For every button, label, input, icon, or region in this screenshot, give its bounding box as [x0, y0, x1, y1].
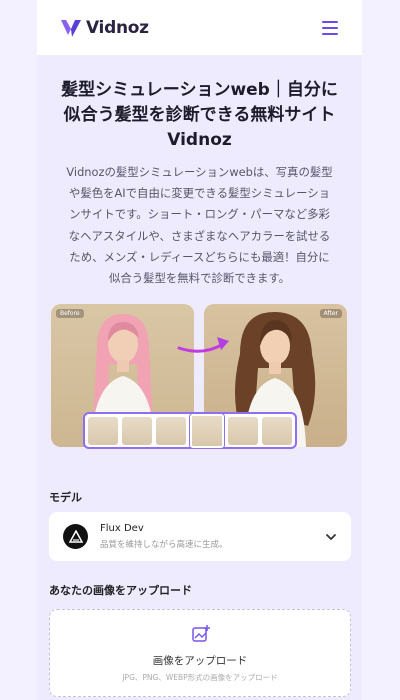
title-line: Vidnoz [167, 130, 232, 150]
hairstyle-thumbnail-strip [83, 412, 297, 449]
intro-line: ンサイトです。ショート・ロング・パーマなど多彩 [69, 207, 330, 222]
model-select-dropdown[interactable]: Flux Dev 品質を維持しながら高速に生成。 [49, 512, 351, 561]
intro-line: 似合う髪型を無料で診断できます。 [108, 271, 291, 286]
hairstyle-thumbnail[interactable] [262, 416, 292, 445]
intro-line: Vidnozの髪型シミュレーションwebは、写真の髪型 [66, 165, 333, 179]
transform-arrow-icon [177, 337, 229, 353]
after-label: After [319, 309, 342, 318]
hamburger-menu-icon[interactable] [322, 20, 338, 35]
title-line: 似合う髪型を診断できる無料サイト [63, 105, 336, 125]
vidnoz-logo[interactable]: Vidnoz [59, 17, 149, 39]
page-title: 髪型シミュレーションweb｜自分に 似合う髪型を診断できる無料サイト Vidno… [45, 78, 354, 153]
upload-button-label: 画像をアップロード [152, 655, 248, 667]
vidnoz-logo-icon [61, 19, 81, 37]
intro-line: ため、メンズ・レディースどちらにも最適！自分に [69, 249, 330, 264]
model-name: Flux Dev [100, 523, 144, 534]
title-line: 髪型シミュレーションweb｜自分に [61, 80, 338, 100]
intro-line: なヘアスタイルや、さまざまなヘアカラーを試せる [68, 228, 331, 243]
before-label: Before [56, 309, 84, 318]
flux-model-icon [63, 524, 88, 549]
logo-text: Vidnoz [86, 17, 149, 38]
hairstyle-thumbnail-selected[interactable] [190, 413, 224, 448]
model-description: 品質を維持しながら高速に生成。 [100, 540, 228, 550]
hairstyle-thumbnail[interactable] [156, 416, 186, 445]
hairstyle-thumbnail[interactable] [88, 416, 118, 445]
before-after-comparison: Before After [51, 304, 349, 452]
image-upload-area[interactable]: 画像をアップロード JPG、PNG、WEBP形式の画像をアップロード [49, 609, 351, 697]
site-header: Vidnoz [37, 0, 362, 56]
main-content: 髪型シミュレーションweb｜自分に 似合う髪型を診断できる無料サイト Vidno… [37, 56, 362, 700]
hairstyle-thumbnail[interactable] [228, 416, 258, 445]
upload-section-label: あなたの画像をアップロード [49, 584, 192, 597]
intro-line: や髪色をAIで自由に変更できる髪型シミュレーショ [68, 186, 331, 201]
upload-format-hint: JPG、PNG、WEBP形式の画像をアップロード [122, 673, 278, 682]
image-upload-icon [192, 625, 210, 642]
chevron-down-icon [326, 533, 336, 540]
hairstyle-thumbnail[interactable] [122, 416, 152, 445]
intro-text: Vidnozの髪型シミュレーションwebは、写真の髪型 や髪色をAIで自由に変更… [45, 162, 354, 289]
model-section-label: モデル [49, 491, 82, 504]
